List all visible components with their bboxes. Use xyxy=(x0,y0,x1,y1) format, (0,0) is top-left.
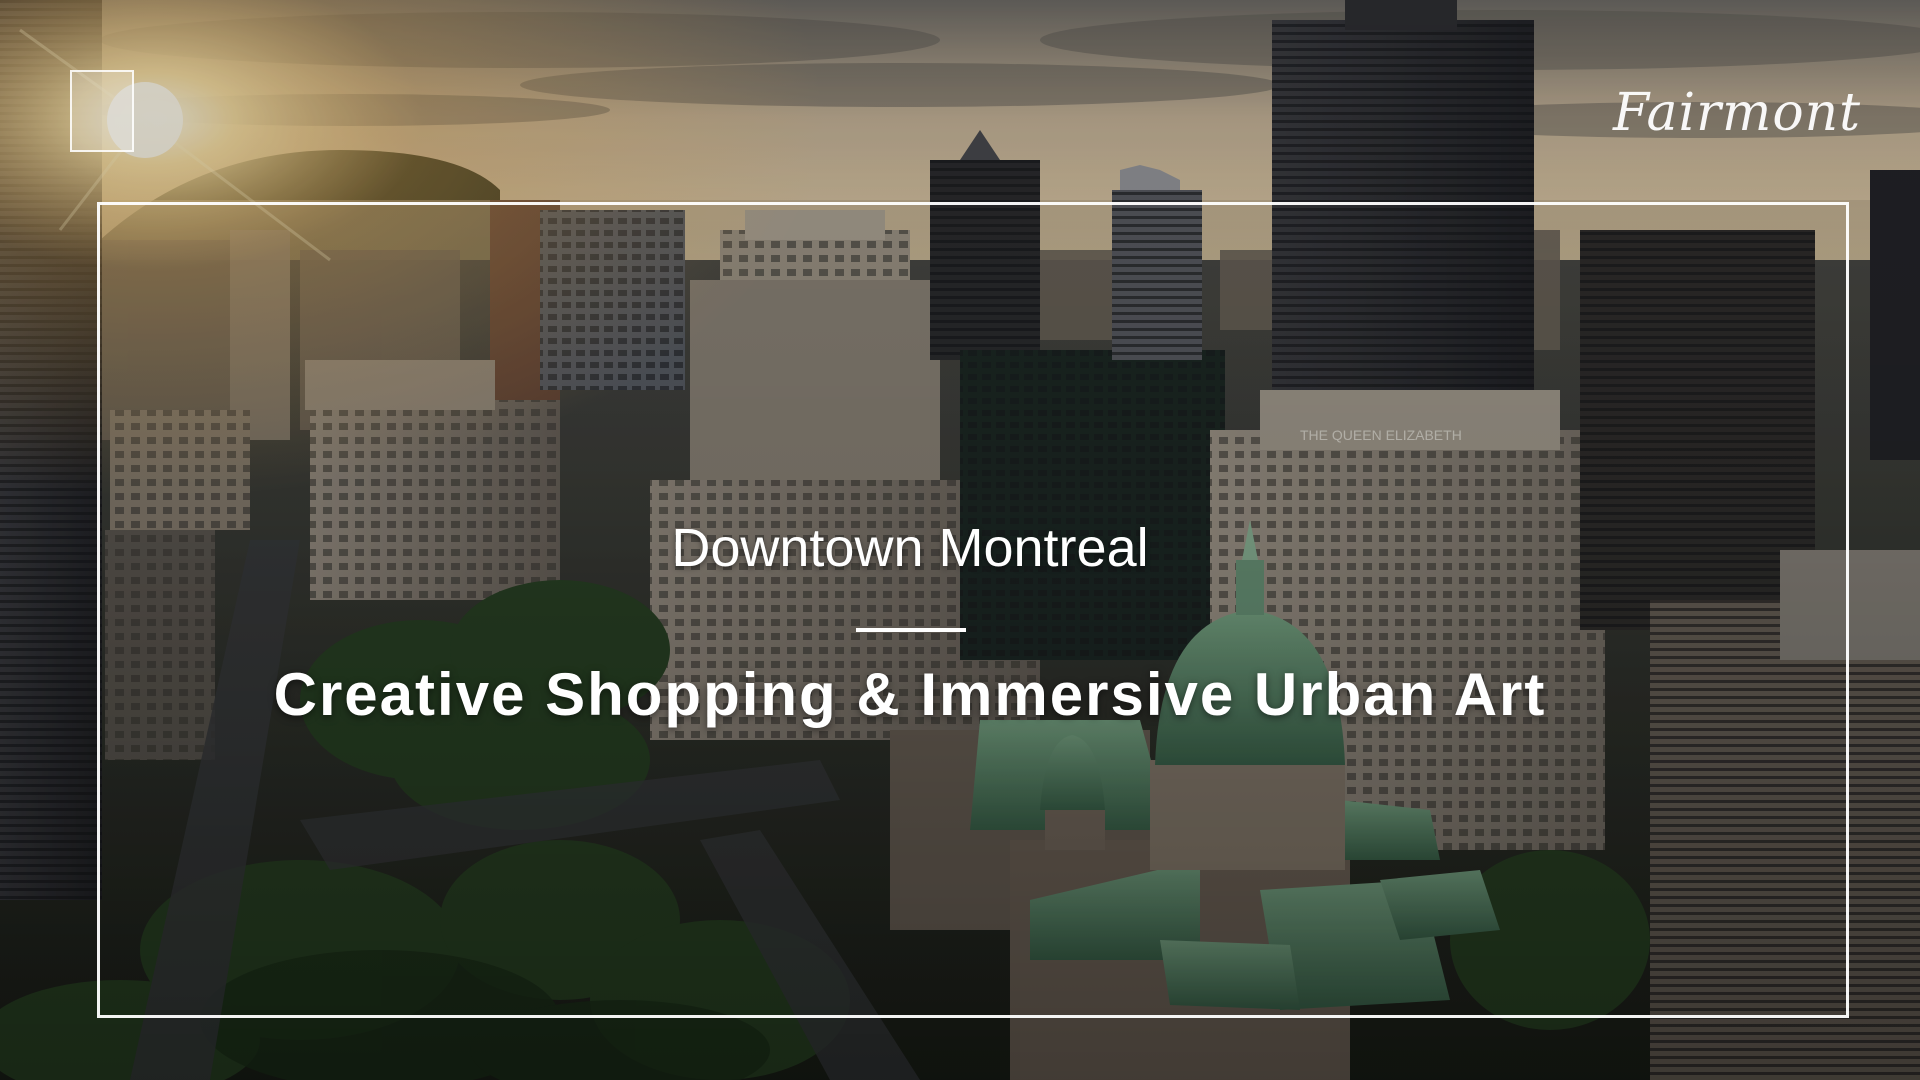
title-frame xyxy=(97,202,1849,1018)
slide: THE QUEEN ELIZABETH xyxy=(0,0,1920,1080)
fairmont-logo: Fairmont xyxy=(1612,68,1862,158)
fairmont-logo-text: Fairmont xyxy=(1612,83,1862,143)
slide-title: Creative Shopping & Immersive Urban Art xyxy=(273,661,1547,728)
title-divider xyxy=(856,628,966,632)
left-badge-logo xyxy=(70,70,134,152)
slide-subtitle: Downtown Montreal xyxy=(671,518,1149,578)
